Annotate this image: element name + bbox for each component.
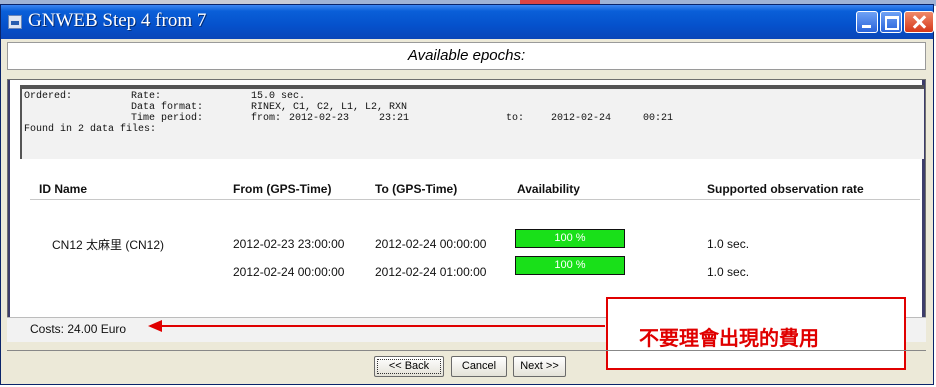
app-icon[interactable] [8, 15, 22, 29]
from-date: 2012-02-23 [289, 113, 350, 124]
format-value: RINEX, C1, C2, L1, L2, RXN [251, 102, 408, 113]
row-to-time: 2012-02-24 00:00:00 [375, 237, 487, 251]
availability-bar: 100 % [515, 256, 625, 275]
close-button[interactable] [904, 11, 934, 33]
format-label: Data format: [131, 102, 204, 113]
from-time: 23:21 [379, 113, 410, 124]
row-observation-rate: 1.0 sec. [707, 237, 750, 251]
column-header-id-name: ID Name [39, 182, 88, 196]
minimize-button[interactable] [856, 11, 878, 33]
found-files-text: Found in 2 data files: [24, 124, 157, 135]
column-header-observation-rate: Supported observation rate [707, 182, 864, 196]
row-to-time: 2012-02-24 01:00:00 [375, 265, 487, 279]
period-label: Time period: [131, 113, 204, 124]
annotation-arrow-head [148, 320, 162, 332]
costs-label: Costs: 24.00 Euro [30, 322, 127, 336]
title-bar[interactable]: GNWEB Step 4 from 7 [1, 5, 934, 39]
rate-label: Rate: [131, 91, 162, 102]
column-header-to: To (GPS-Time) [375, 182, 458, 196]
order-info-panel: Ordered: Rate: 15.0 sec. Data format: RI… [20, 85, 924, 159]
panel-border-left [8, 80, 10, 341]
station-name: CN12 太麻里 (CN12) [52, 238, 165, 252]
cancel-button[interactable]: Cancel [451, 356, 507, 377]
to-time: 00:21 [643, 113, 674, 124]
rate-value: 15.0 sec. [251, 91, 306, 102]
row-from-time: 2012-02-23 23:00:00 [233, 237, 345, 251]
row-from-time: 2012-02-24 00:00:00 [233, 265, 345, 279]
to-date: 2012-02-24 [551, 113, 612, 124]
header-divider [30, 199, 920, 200]
availability-bar: 100 % [515, 229, 625, 248]
maximize-button[interactable] [880, 11, 902, 33]
ordered-label: Ordered: [24, 91, 73, 102]
page-heading: Available epochs: [7, 42, 926, 70]
annotation-arrow-line [160, 325, 605, 327]
annotation-text: 不要理會出現的費用 [639, 326, 819, 350]
next-button[interactable]: Next >> [513, 356, 566, 377]
column-header-from: From (GPS-Time) [233, 182, 332, 196]
to-label: to: [506, 113, 525, 124]
from-label: from: [251, 113, 282, 124]
column-header-availability: Availability [517, 182, 580, 196]
back-button[interactable]: << Back [374, 356, 444, 377]
row-observation-rate: 1.0 sec. [707, 265, 750, 279]
window-title: GNWEB Step 4 from 7 [28, 10, 207, 31]
